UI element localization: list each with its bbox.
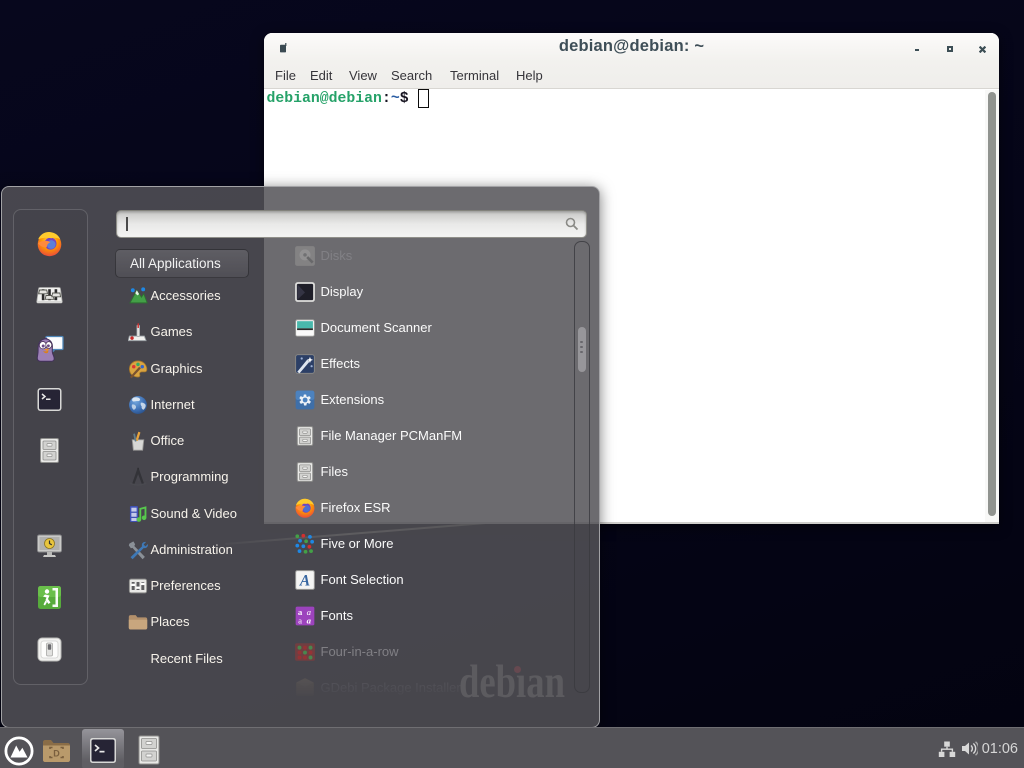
svg-text:A: A <box>299 572 310 589</box>
svg-text:D: D <box>53 749 60 759</box>
svg-text:a: a <box>307 615 312 625</box>
svg-text:a: a <box>298 615 302 625</box>
